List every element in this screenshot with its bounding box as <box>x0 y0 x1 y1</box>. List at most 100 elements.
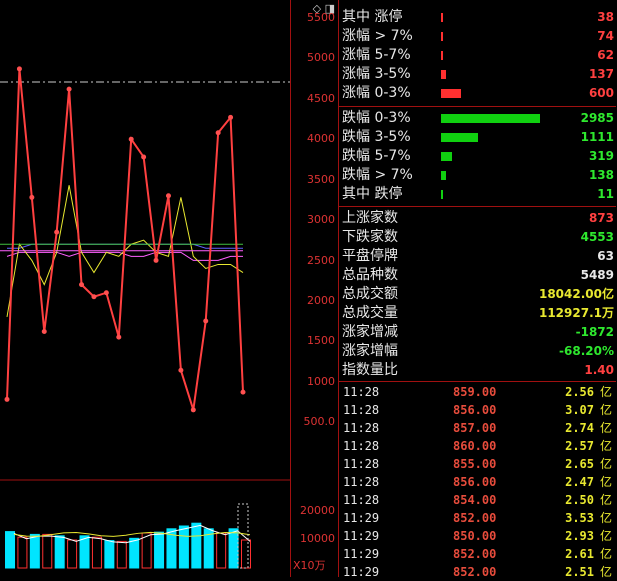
down-stat-row-value: 1111 <box>580 130 614 144</box>
tick-unit: 亿 <box>599 547 612 561</box>
volume-bar <box>154 531 165 569</box>
tick-price: 852.00 <box>453 547 497 561</box>
tick-amount: 2.74 <box>565 421 594 435</box>
down-stat-row: 其中 跌停 11 <box>339 185 616 204</box>
series-point <box>29 194 35 200</box>
volume-bar <box>241 539 251 569</box>
tick-row[interactable]: 11:28 855.00 2.65 亿 <box>339 455 616 473</box>
chart-area[interactable] <box>0 0 290 577</box>
down-stat-row: 跌幅 5-7% 319 <box>339 147 616 166</box>
volume-bar <box>116 540 127 569</box>
summary-row-value: 873 <box>588 211 614 225</box>
tick-price: 852.00 <box>453 565 497 579</box>
up-stat-row-label: 涨幅 3-5% <box>342 66 411 82</box>
volume-bar <box>216 532 227 569</box>
tick-row[interactable]: 11:29 852.00 3.53 亿 <box>339 509 616 527</box>
tick-time: 11:29 <box>343 511 380 525</box>
tick-time: 11:28 <box>343 457 380 471</box>
tick-amount: 2.56 <box>565 385 594 399</box>
tick-price: 852.00 <box>453 511 497 525</box>
volume-bar <box>79 535 90 569</box>
volume-bar <box>54 535 65 569</box>
volume-bar <box>104 540 115 569</box>
summary-row-value: 112927.1万 <box>538 306 614 320</box>
series-point <box>178 367 184 373</box>
summary-row-label: 指数量比 <box>342 362 398 378</box>
down-stat-row-label: 其中 跌停 <box>342 186 403 202</box>
summary-row-value: -1872 <box>575 325 614 339</box>
tick-row[interactable]: 11:28 857.00 2.74 亿 <box>339 419 616 437</box>
series-point <box>215 130 221 136</box>
up-stat-row-value: 600 <box>588 86 614 100</box>
tick-amount: 2.51 <box>565 565 594 579</box>
up-stat-row: 涨幅 > 7% 74 <box>339 27 616 46</box>
price-tick-label: 3500 <box>307 173 335 186</box>
series-point <box>4 396 10 402</box>
tick-row[interactable]: 11:29 852.00 2.51 亿 <box>339 563 616 581</box>
divider <box>339 381 616 382</box>
tick-time: 11:28 <box>343 403 380 417</box>
tick-amount: 3.07 <box>565 403 594 417</box>
summary-row: 下跌家数 4553 <box>339 228 616 247</box>
tick-row[interactable]: 11:28 859.00 2.56 亿 <box>339 383 616 401</box>
summary-row-value: 18042.00亿 <box>538 287 614 301</box>
series-point <box>91 294 97 300</box>
up-stat-bar <box>441 32 444 41</box>
down-stat-row-value: 138 <box>588 168 614 182</box>
series-point <box>54 229 60 235</box>
price-tick-label: 500.0 <box>303 415 336 428</box>
tick-amount: 2.57 <box>565 439 594 453</box>
up-stat-row-label: 涨幅 > 7% <box>342 28 413 44</box>
down-stat-row: 跌幅 > 7% 138 <box>339 166 616 185</box>
down-stat-row-label: 跌幅 > 7% <box>342 167 413 183</box>
divider <box>339 206 616 207</box>
up-stat-bar <box>441 13 443 22</box>
tick-amount: 2.65 <box>565 457 594 471</box>
tick-unit: 亿 <box>599 439 612 453</box>
tick-price: 850.00 <box>453 529 497 543</box>
tick-unit: 亿 <box>599 475 612 489</box>
up-stat-row: 涨幅 3-5% 137 <box>339 65 616 84</box>
down-stat-bar <box>441 171 446 180</box>
summary-row: 指数量比 1.40 <box>339 361 616 380</box>
down-stat-row-value: 11 <box>597 187 614 201</box>
summary-row: 涨家增幅 -68.20% <box>339 342 616 361</box>
summary-row: 涨家增减 -1872 <box>339 323 616 342</box>
price-chart[interactable] <box>0 0 290 577</box>
summary-row-label: 下跌家数 <box>342 229 398 245</box>
tick-row[interactable]: 11:28 854.00 2.50 亿 <box>339 491 616 509</box>
series-point <box>228 114 234 120</box>
price-tick-label: 2000 <box>307 294 335 307</box>
tick-time: 11:29 <box>343 529 380 543</box>
series-point <box>240 389 246 395</box>
volume-unit-label: X10万 <box>293 559 326 572</box>
down-stat-row: 跌幅 3-5% 1111 <box>339 128 616 147</box>
tick-row[interactable]: 11:29 850.00 2.93 亿 <box>339 527 616 545</box>
series-point <box>79 282 85 288</box>
tick-row[interactable]: 11:28 856.00 2.47 亿 <box>339 473 616 491</box>
down-stat-row-value: 2985 <box>580 111 614 125</box>
tick-row[interactable]: 11:29 852.00 2.61 亿 <box>339 545 616 563</box>
price-tick-label: 4500 <box>307 92 335 105</box>
down-stat-row-label: 跌幅 5-7% <box>342 148 411 164</box>
price-tick-label: 2500 <box>307 254 335 267</box>
tick-time: 11:29 <box>343 565 380 579</box>
series-point <box>16 66 22 72</box>
tick-row[interactable]: 11:28 860.00 2.57 亿 <box>339 437 616 455</box>
tick-unit: 亿 <box>599 511 612 525</box>
volume-bar <box>191 522 202 569</box>
series-point <box>153 257 159 263</box>
tick-time: 11:29 <box>343 547 380 561</box>
tick-unit: 亿 <box>599 421 612 435</box>
tick-row[interactable]: 11:28 856.00 3.07 亿 <box>339 401 616 419</box>
summary-row-label: 总品种数 <box>342 267 398 283</box>
tick-price: 859.00 <box>453 385 497 399</box>
price-axis: ◇ ◨ 5500 5000 4500 4000 3500 3000 2500 2000 1500… <box>290 0 339 577</box>
volume-bar <box>42 533 53 569</box>
price-tick-label: 5500 <box>307 11 335 24</box>
up-stat-row: 涨幅 0-3% 600 <box>339 84 616 103</box>
tick-unit: 亿 <box>599 385 612 399</box>
series-line-main <box>6 68 244 411</box>
volume-bar <box>129 537 140 569</box>
series-point <box>66 86 72 92</box>
